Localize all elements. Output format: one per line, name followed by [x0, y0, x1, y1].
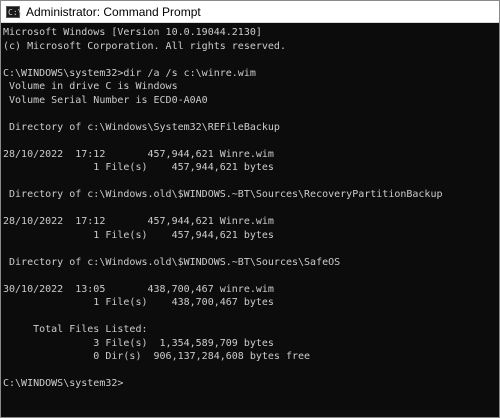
console-total-files: 3 File(s) 1,354,589,709 bytes [3, 337, 274, 349]
title-bar[interactable]: C:\ Administrator: Command Prompt [1, 1, 499, 23]
console-file-summary: 1 File(s) 438,700,467 bytes [3, 297, 274, 308]
console-prompt[interactable]: C:\WINDOWS\system32> [3, 377, 499, 391]
console-line: Volume in drive C is Windows [3, 81, 178, 92]
console-file-entry: 30/10/2022 13:05 438,700,467 winre.wim [3, 283, 274, 295]
console-line: Volume Serial Number is ECD0-A0A0 [3, 94, 208, 106]
console-file-summary: 1 File(s) 457,944,621 bytes [3, 229, 274, 241]
console-line: (c) Microsoft Corporation. All rights re… [3, 40, 286, 52]
console-file-entry: 28/10/2022 17:12 457,944,621 Winre.wim [3, 216, 274, 227]
console-line: Microsoft Windows [Version 10.0.19044.21… [3, 27, 262, 38]
console-output[interactable]: Microsoft Windows [Version 10.0.19044.21… [1, 23, 499, 391]
command-prompt-icon[interactable]: C:\ [6, 5, 22, 18]
console-total-dirs: 0 Dir(s) 906,137,284,608 bytes free [3, 351, 311, 362]
console-total-header: Total Files Listed: [3, 324, 148, 335]
console-command-line: C:\WINDOWS\system32>dir /a /s c:\winre.w… [3, 67, 256, 79]
console-directory-header: Directory of c:\Windows.old\$WINDOWS.~BT… [3, 256, 341, 268]
command-prompt-window: C:\ Administrator: Command Prompt Micros… [0, 0, 500, 418]
console-directory-header: Directory of c:\Windows\System32\REFileB… [3, 121, 280, 133]
console-directory-header: Directory of c:\Windows.old\$WINDOWS.~BT… [3, 189, 443, 200]
console-file-entry: 28/10/2022 17:12 457,944,621 Winre.wim [3, 148, 274, 160]
console-file-summary: 1 File(s) 457,944,621 bytes [3, 162, 274, 173]
window-title: Administrator: Command Prompt [26, 4, 201, 19]
